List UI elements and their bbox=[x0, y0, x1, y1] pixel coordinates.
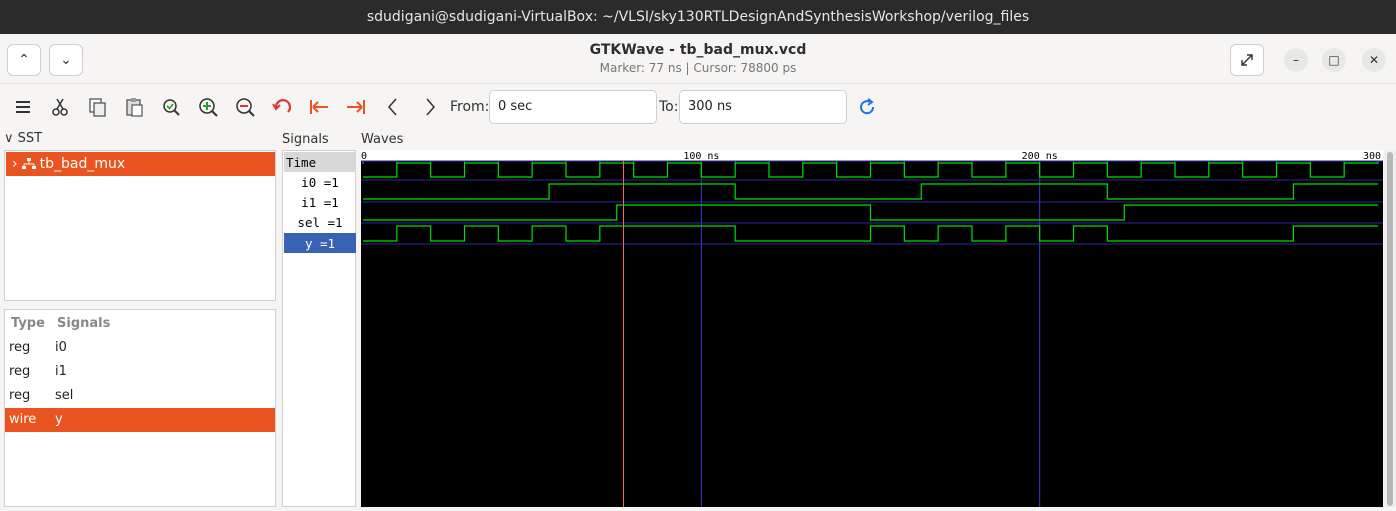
signal-list: Type Signals reg i0 reg i1 reg sel wire … bbox=[4, 309, 276, 507]
signal-row-i0[interactable]: reg i0 bbox=[5, 336, 275, 360]
app-title: GTKWave - tb_bad_mux.vcd bbox=[589, 42, 807, 58]
signal-row-sel[interactable]: reg sel bbox=[5, 384, 275, 408]
minimize-button[interactable]: – bbox=[1284, 48, 1308, 72]
maximize-button[interactable]: □ bbox=[1322, 48, 1346, 72]
waves-pane-label: Waves bbox=[361, 132, 404, 147]
reload-button[interactable] bbox=[853, 93, 881, 121]
chevron-right-icon: › bbox=[12, 156, 18, 172]
window-titlebar: ⌃ ⌄ GTKWave - tb_bad_mux.vcd Marker: 77 … bbox=[0, 34, 1396, 84]
signal-type: reg bbox=[9, 364, 31, 379]
copy-button[interactable] bbox=[83, 93, 111, 121]
time-tick-label: 0 bbox=[361, 151, 367, 162]
wave-sel bbox=[363, 204, 1378, 221]
fullscreen-button[interactable] bbox=[1230, 44, 1264, 76]
signal-row-i1[interactable]: reg i1 bbox=[5, 360, 275, 384]
close-button[interactable]: ✕ bbox=[1362, 48, 1386, 72]
signal-value-i1[interactable]: i1 =1 bbox=[284, 192, 356, 212]
cut-button[interactable] bbox=[46, 93, 74, 121]
signals-pane: Time i0 =1 i1 =1 sel =1 y =1 bbox=[282, 150, 356, 507]
time-tick-label: 300 bbox=[1363, 151, 1381, 162]
next-edge-button[interactable] bbox=[416, 93, 444, 121]
zoom-fit-icon bbox=[163, 99, 180, 116]
to-label: To: bbox=[659, 99, 679, 115]
waves-vertical-scrollbar[interactable] bbox=[1384, 150, 1396, 507]
chevron-right-icon bbox=[426, 98, 435, 116]
chevron-down-icon: ∨ bbox=[4, 131, 14, 146]
expand-icon bbox=[1241, 54, 1253, 66]
menu-button[interactable] bbox=[9, 93, 37, 121]
undo-zoom-button[interactable] bbox=[268, 93, 296, 121]
arrow-to-start-icon bbox=[310, 100, 328, 114]
signal-type: wire bbox=[9, 412, 37, 427]
from-input[interactable]: 0 sec bbox=[489, 90, 657, 124]
signal-name: i1 bbox=[55, 364, 67, 379]
refresh-icon bbox=[860, 98, 875, 115]
signal-name: i0 bbox=[55, 340, 67, 355]
signal-value-sel[interactable]: sel =1 bbox=[284, 212, 356, 232]
toolbar: From: 0 sec To: 300 ns bbox=[0, 84, 1396, 129]
maximize-icon: □ bbox=[1328, 53, 1340, 67]
tree-item-tb-bad-mux[interactable]: › tb_bad_mux bbox=[6, 152, 275, 176]
zoom-in-button[interactable] bbox=[194, 93, 222, 121]
scrollbar-thumb[interactable] bbox=[1387, 152, 1393, 506]
hamburger-icon bbox=[16, 101, 30, 113]
waves-pane[interactable]: 0 100 ns 200 ns 300 bbox=[361, 150, 1383, 507]
signal-time-row[interactable]: Time bbox=[284, 152, 356, 172]
wave-y bbox=[363, 225, 1378, 242]
arrow-to-end-icon bbox=[347, 100, 365, 114]
chevron-left-icon bbox=[388, 98, 397, 116]
signal-name: sel bbox=[55, 388, 74, 403]
scissors-icon bbox=[52, 98, 68, 116]
time-tick-label: 200 ns bbox=[1022, 151, 1058, 162]
signals-column-header[interactable]: Signals bbox=[57, 316, 110, 331]
signal-type: reg bbox=[9, 388, 31, 403]
signal-row-y[interactable]: wire y bbox=[5, 408, 275, 432]
sst-tree: › tb_bad_mux bbox=[4, 150, 276, 301]
signal-list-header: Type Signals bbox=[5, 312, 275, 334]
signal-name: y bbox=[55, 412, 63, 427]
zoom-out-icon bbox=[236, 98, 255, 117]
signals-pane-label: Signals bbox=[282, 132, 329, 147]
signal-value-y[interactable]: y =1 bbox=[284, 233, 356, 253]
wave-i0 bbox=[363, 162, 1378, 178]
sst-header[interactable]: ∨ SST bbox=[4, 131, 42, 146]
signal-value-i0[interactable]: i0 =1 bbox=[284, 172, 356, 192]
zoom-to-start-button[interactable] bbox=[305, 93, 333, 121]
zoom-in-icon bbox=[199, 98, 218, 117]
zoom-out-button[interactable] bbox=[231, 93, 259, 121]
wave-i1 bbox=[363, 183, 1378, 200]
tree-item-label: tb_bad_mux bbox=[39, 156, 126, 172]
waveform-canvas[interactable]: 0 100 ns 200 ns 300 bbox=[361, 150, 1383, 507]
app-subtitle: Marker: 77 ns | Cursor: 78800 ps bbox=[599, 61, 797, 75]
minimize-icon: – bbox=[1293, 53, 1299, 67]
signal-type: reg bbox=[9, 340, 31, 355]
undo-icon bbox=[272, 99, 291, 113]
copy-icon bbox=[89, 98, 106, 117]
paste-icon bbox=[126, 98, 143, 117]
desktop-topbar: sdudigani@sdudigani-VirtualBox: ~/VLSI/s… bbox=[0, 0, 1396, 34]
time-tick-label: 100 ns bbox=[683, 151, 719, 162]
from-label: From: bbox=[450, 99, 490, 115]
close-icon: ✕ bbox=[1368, 53, 1380, 67]
prev-edge-button[interactable] bbox=[379, 93, 407, 121]
hierarchy-icon bbox=[21, 158, 36, 169]
time-ruler bbox=[361, 150, 1383, 161]
desktop-window-title: sdudigani@sdudigani-VirtualBox: ~/VLSI/s… bbox=[366, 9, 1030, 25]
zoom-to-end-button[interactable] bbox=[342, 93, 370, 121]
sst-label: SST bbox=[17, 131, 43, 146]
zoom-fit-button[interactable] bbox=[157, 93, 185, 121]
paste-button[interactable] bbox=[120, 93, 148, 121]
to-input[interactable]: 300 ns bbox=[679, 90, 847, 124]
type-column-header[interactable]: Type bbox=[11, 316, 45, 331]
